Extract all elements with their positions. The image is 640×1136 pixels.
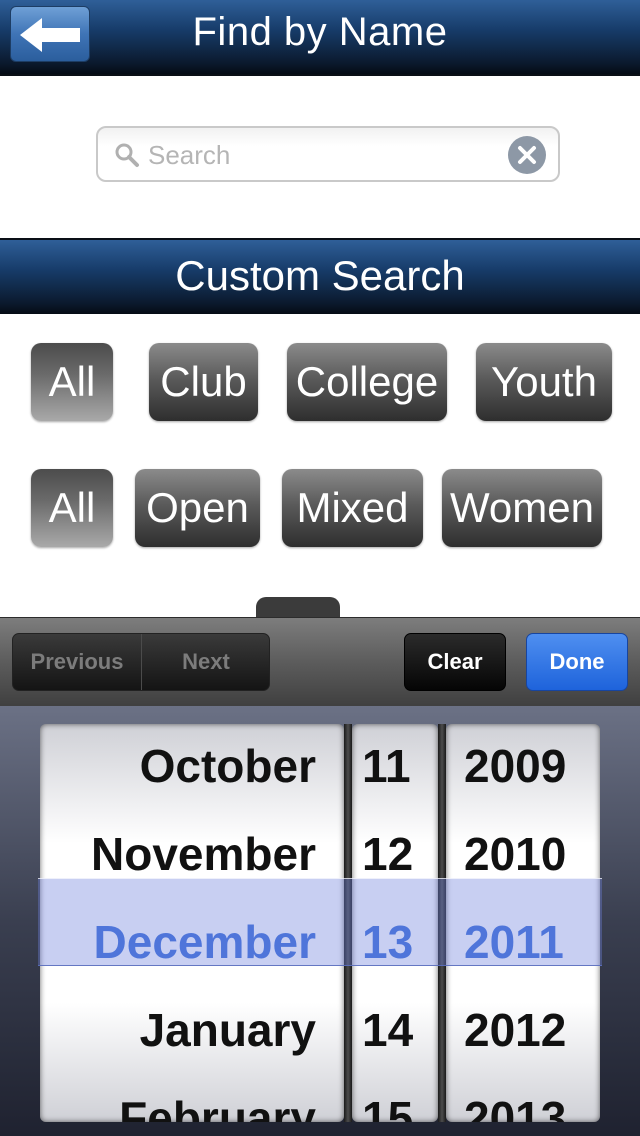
- month-option[interactable]: February: [119, 1074, 316, 1122]
- filter-division-club[interactable]: Club: [149, 343, 258, 421]
- filter-gender-women[interactable]: Women: [442, 469, 602, 547]
- month-option[interactable]: October: [140, 724, 316, 810]
- previous-button[interactable]: Previous: [13, 634, 141, 690]
- nav-bar: Find by Name: [0, 0, 640, 76]
- close-icon: [518, 146, 536, 164]
- filter-division-all[interactable]: All: [31, 343, 113, 421]
- search-input[interactable]: [146, 136, 490, 174]
- month-option[interactable]: January: [140, 986, 316, 1074]
- filter-division-youth[interactable]: Youth: [476, 343, 612, 421]
- year-option[interactable]: 2013: [464, 1074, 566, 1122]
- done-button[interactable]: Done: [526, 633, 628, 691]
- year-option[interactable]: 2012: [464, 986, 566, 1074]
- filter-gender-mixed[interactable]: Mixed: [282, 469, 423, 547]
- clear-button[interactable]: Clear: [404, 633, 506, 691]
- partial-hidden-control: [256, 597, 340, 619]
- filter-gender-all[interactable]: All: [31, 469, 113, 547]
- filter-gender-open[interactable]: Open: [135, 469, 260, 547]
- search-field[interactable]: [96, 126, 560, 182]
- search-icon: [115, 143, 139, 167]
- filter-division-college[interactable]: College: [287, 343, 447, 421]
- section-header: Custom Search: [0, 238, 640, 314]
- section-title: Custom Search: [175, 252, 465, 299]
- date-picker: October November December January Februa…: [0, 706, 640, 1136]
- page-title: Find by Name: [192, 10, 448, 54]
- selection-indicator: [38, 878, 602, 966]
- clear-search-button[interactable]: [508, 136, 546, 174]
- prev-next-segmented-control: Previous Next: [12, 633, 270, 691]
- year-option[interactable]: 2009: [464, 724, 566, 810]
- day-option[interactable]: 14: [362, 986, 413, 1074]
- day-option[interactable]: 15: [362, 1074, 413, 1122]
- input-accessory-toolbar: Previous Next Clear Done: [0, 617, 640, 707]
- next-button[interactable]: Next: [142, 634, 269, 690]
- day-option[interactable]: 11: [362, 724, 411, 810]
